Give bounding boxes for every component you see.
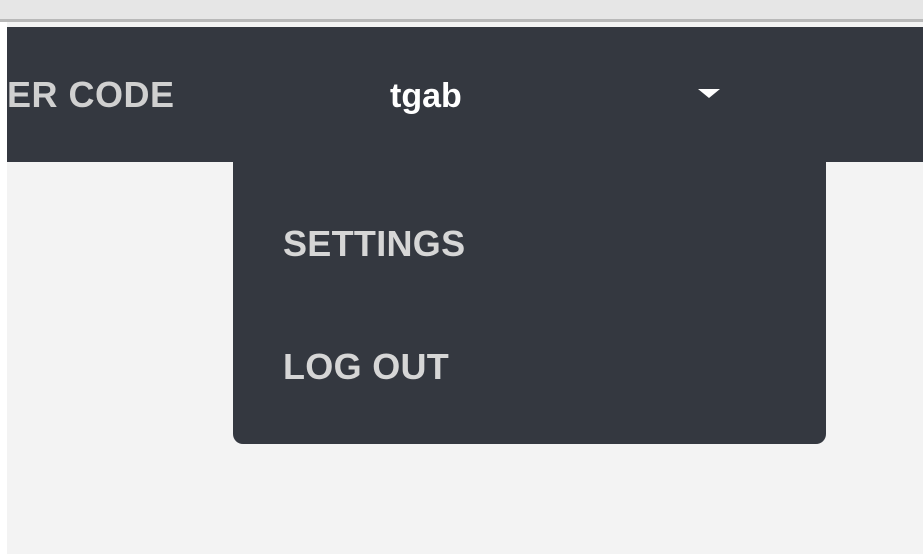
browser-top-strip	[0, 0, 923, 22]
navbar: ER CODE tgab	[7, 27, 923, 162]
user-menu-toggle[interactable]: tgab	[390, 73, 462, 123]
caret-down-icon[interactable]	[698, 89, 720, 98]
page: ER CODE tgab SETTINGS LOG OUT	[0, 0, 923, 554]
left-edge	[0, 22, 7, 554]
menu-item-log-out[interactable]: LOG OUT	[283, 344, 449, 390]
menu-item-settings[interactable]: SETTINGS	[283, 221, 465, 267]
user-dropdown-menu: SETTINGS LOG OUT	[233, 162, 826, 444]
nav-link-partial[interactable]: ER CODE	[7, 73, 175, 117]
